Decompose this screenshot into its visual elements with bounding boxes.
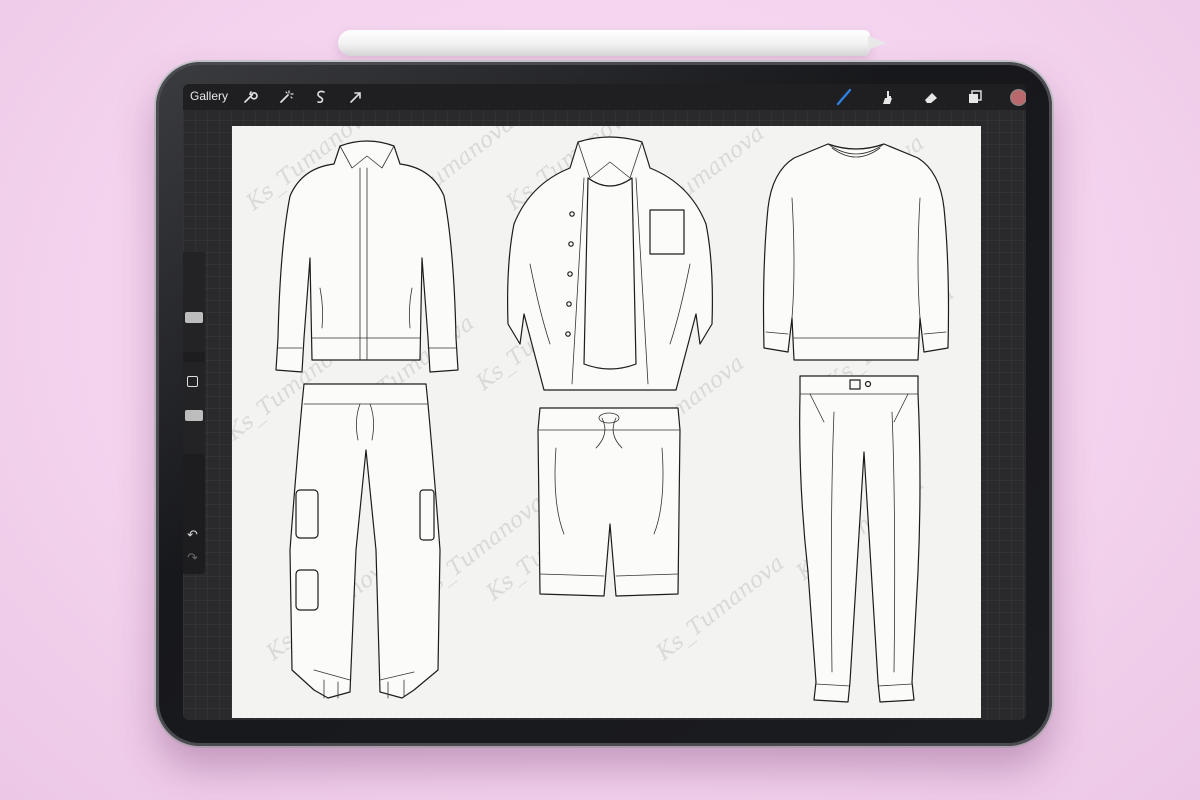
left-sidebar: ↶ ↷ [183, 252, 205, 574]
drawing-canvas[interactable]: Ks_Tumanova Ks_Tumanova Ks_Tumanova Ks_T… [232, 126, 981, 718]
wrench-icon[interactable] [241, 88, 259, 106]
open-shirt-over-tee [507, 136, 713, 391]
sweatshirt [762, 143, 950, 361]
brush-size-handle[interactable] [185, 312, 203, 323]
color-swatch[interactable] [1010, 89, 1026, 106]
bomber-jacket [275, 140, 459, 373]
magic-wand-icon[interactable] [277, 88, 295, 106]
gallery-button[interactable]: Gallery [190, 89, 228, 103]
pencil-tip [868, 36, 886, 50]
opacity-handle[interactable] [185, 410, 203, 421]
undo-button[interactable]: ↶ [187, 527, 198, 543]
eraser-icon[interactable] [922, 88, 940, 106]
transform-arrow-icon[interactable] [347, 88, 365, 106]
selection-icon[interactable] [312, 88, 330, 106]
modify-button[interactable] [187, 376, 198, 387]
redo-button[interactable]: ↷ [187, 550, 198, 566]
brush-size-slider[interactable] [183, 252, 205, 352]
layers-icon[interactable] [966, 88, 984, 106]
top-toolbar: Gallery [183, 84, 1026, 110]
brush-icon[interactable] [835, 88, 853, 106]
cargo-joggers [289, 383, 441, 699]
chino-trousers [799, 375, 921, 703]
procreate-screen: Gallery ↶ ↷ Ks_Tumanova Ks_Tumanova Ks_T… [183, 84, 1026, 720]
smudge-icon[interactable] [878, 88, 896, 106]
drawstring-shorts [537, 407, 681, 597]
apple-pencil [338, 30, 886, 56]
